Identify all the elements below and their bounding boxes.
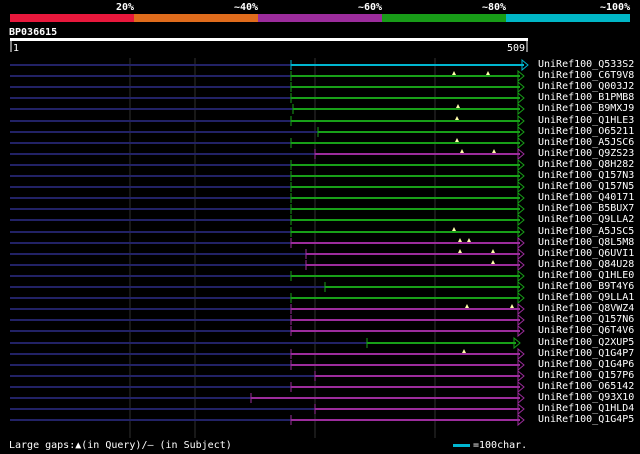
query-gap-marker — [492, 149, 496, 153]
query-gap-marker — [491, 249, 495, 253]
hit-label[interactable]: UniRef100_Q003J2 — [538, 82, 634, 92]
query-gap-marker — [467, 238, 471, 242]
hit-label[interactable]: UniRef100_Q1HLE0 — [538, 271, 634, 281]
hit-label[interactable]: UniRef100_B1PMB8 — [538, 93, 634, 103]
hit-label[interactable]: UniRef100_O65142 — [538, 382, 634, 392]
query-gap-marker — [465, 304, 469, 308]
hit-label[interactable]: UniRef100_Q157N3 — [538, 171, 634, 181]
query-gap-marker — [510, 304, 514, 308]
coverage-label-0: 20% — [116, 2, 135, 13]
query-gap-marker — [455, 138, 459, 142]
query-gap-marker — [491, 260, 495, 264]
query-id: BP036615 — [9, 27, 58, 38]
hit-label[interactable]: UniRef100_Q2XUP5 — [538, 338, 634, 348]
hit-label[interactable]: UniRef100_Q533S2 — [538, 60, 634, 70]
hit-label[interactable]: UniRef100_Q1G4P7 — [538, 349, 634, 359]
coverage-label-1: ~40% — [234, 2, 259, 13]
hit-label[interactable]: UniRef100_Q93X10 — [538, 393, 634, 403]
hit-label[interactable]: UniRef100_Q8L5M8 — [538, 238, 634, 248]
hit-label[interactable]: UniRef100_B9T4Y6 — [538, 282, 634, 292]
coverage-segment-1 — [134, 14, 258, 22]
scale-bar-icon — [453, 443, 470, 447]
query-gap-marker — [458, 238, 462, 242]
hit-label[interactable]: UniRef100_A5JSC6 — [538, 138, 634, 148]
coverage-label-2: ~60% — [358, 2, 383, 13]
query-gap-marker — [455, 116, 459, 120]
coverage-segment-2 — [258, 14, 382, 22]
hit-label[interactable]: UniRef100_Q6UVI1 — [538, 249, 634, 259]
hit-label[interactable]: UniRef100_B9MXJ9 — [538, 104, 634, 114]
hit-label[interactable]: UniRef100_Q6T4V6 — [538, 326, 634, 336]
query-gap-marker — [458, 249, 462, 253]
coverage-segment-3 — [382, 14, 506, 22]
hit-label[interactable]: UniRef100_Q8VWZ4 — [538, 304, 634, 314]
query-start-number: 1 — [13, 43, 19, 54]
coverage-label-4: ~100% — [600, 2, 631, 13]
hit-label[interactable]: UniRef100_Q84U28 — [538, 260, 634, 270]
hit-label[interactable]: UniRef100_Q9ZS23 — [538, 149, 634, 159]
query-gap-marker — [462, 349, 466, 353]
hit-label[interactable]: UniRef100_Q157N5 — [538, 182, 634, 192]
hit-label[interactable]: UniRef100_Q1HLE3 — [538, 116, 634, 126]
coverage-segment-4 — [506, 14, 630, 22]
coverage-segment-0 — [10, 14, 134, 22]
hit-label[interactable]: UniRef100_C6T9V8 — [538, 71, 634, 81]
query-gap-marker — [460, 149, 464, 153]
hit-label[interactable]: UniRef100_Q8H282 — [538, 160, 634, 170]
query-ruler-bar — [10, 38, 528, 41]
query-end-number: 509 — [507, 43, 525, 54]
query-gap-marker — [486, 71, 490, 75]
hit-label[interactable]: UniRef100_Q1G4P6 — [538, 360, 634, 370]
hit-label[interactable]: UniRef100_O65211 — [538, 127, 634, 137]
hit-label[interactable]: UniRef100_A5JSC5 — [538, 227, 634, 237]
scale-label: =100char. — [473, 440, 528, 451]
hit-label[interactable]: UniRef100_Q157P6 — [538, 371, 634, 381]
query-gap-marker — [452, 71, 456, 75]
hit-label[interactable]: UniRef100_Q157N6 — [538, 315, 634, 325]
hit-label[interactable]: UniRef100_Q1G4P5 — [538, 415, 634, 425]
footer-gap-legend: Large gaps:▲(in Query)/– (in Subject) — [9, 440, 232, 451]
hit-label[interactable]: UniRef100_Q9LLA1 — [538, 293, 634, 303]
hit-label[interactable]: UniRef100_Q40171 — [538, 193, 634, 203]
hit-label[interactable]: UniRef100_Q1HLD4 — [538, 404, 634, 414]
hit-label[interactable]: UniRef100_B5BUX7 — [538, 204, 634, 214]
hit-label[interactable]: UniRef100_Q9LLA2 — [538, 215, 634, 225]
scale-legend: =100char. — [453, 440, 527, 451]
query-gap-marker — [452, 227, 456, 231]
query-gap-marker — [456, 104, 460, 108]
coverage-label-3: ~80% — [482, 2, 507, 13]
